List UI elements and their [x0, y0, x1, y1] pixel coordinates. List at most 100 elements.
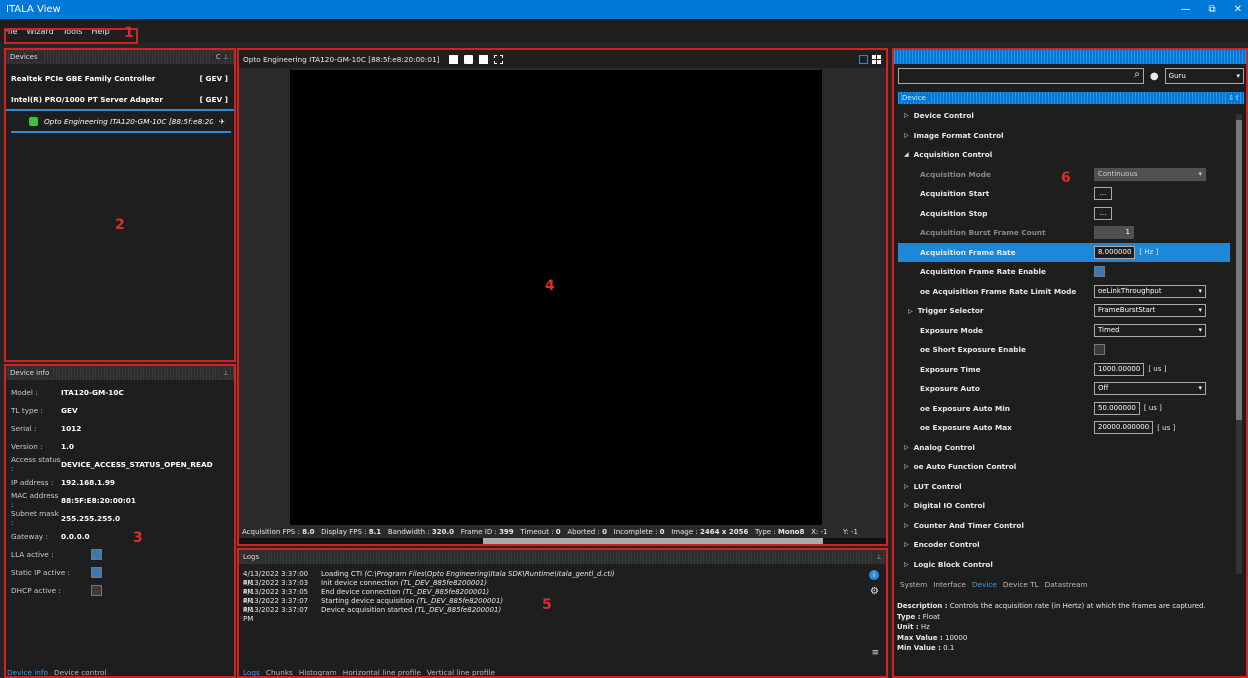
menu-wizard[interactable]: Wizard	[26, 27, 53, 36]
interface-item[interactable]: Intel(R) PRO/1000 PT Server Adapter [ GEV…	[5, 89, 234, 111]
info-checkbox[interactable]	[91, 566, 102, 578]
description-key: Unit :	[897, 623, 919, 631]
bug-icon[interactable]: ⚙	[870, 586, 879, 597]
menu-file[interactable]: File	[4, 27, 17, 36]
collapsed-icon: ▷	[904, 560, 909, 568]
refresh-icon[interactable]: C	[216, 53, 221, 61]
stop-icon[interactable]	[449, 54, 459, 64]
expand-collapse-icon[interactable]: ⇩⇧	[1228, 94, 1240, 102]
property-input[interactable]: 8.000000	[1094, 245, 1136, 259]
info-checkbox[interactable]	[91, 548, 102, 560]
property-name: Acquisition Start	[898, 189, 1094, 198]
property-row[interactable]: oe Exposure Auto Max 20000.000000[ us ]	[898, 418, 1230, 438]
property-category[interactable]: ▷ Digital IO Control	[898, 496, 1230, 516]
info-key: Access status :	[11, 455, 61, 473]
property-row[interactable]: oe Exposure Auto Min 50.000000[ us ]	[898, 399, 1230, 419]
camera-image[interactable]	[290, 70, 822, 525]
property-row[interactable]: oe Short Exposure Enable	[898, 340, 1230, 360]
tab-device-tl[interactable]: Device TL	[1003, 580, 1039, 589]
property-row[interactable]: Acquisition Stop...	[898, 204, 1230, 224]
property-input[interactable]: 20000.000000	[1094, 421, 1154, 435]
property-dropdown[interactable]: oeLinkThroughput ▾	[1094, 284, 1206, 298]
property-category[interactable]: ▷ Image Format Control	[898, 126, 1230, 146]
grid-view-icon[interactable]	[872, 54, 881, 64]
single-view-icon[interactable]	[859, 54, 868, 64]
property-scrollbar[interactable]	[1236, 114, 1242, 574]
save-all-icon[interactable]	[479, 54, 489, 64]
log-text: End device connection	[321, 588, 401, 596]
info-row: IP address : 192.168.1.99	[5, 473, 234, 491]
tab-device[interactable]: Device	[972, 580, 997, 589]
property-row[interactable]: Acquisition Frame Rate 8.000000[ Hz ]	[898, 242, 1230, 262]
close-button[interactable]: ✕	[1234, 0, 1242, 19]
tab-device-info[interactable]: Device info	[7, 668, 48, 677]
tab-vertical-line-profile[interactable]: Vertical line profile	[427, 668, 495, 677]
info-checkbox[interactable]	[91, 584, 102, 596]
search-input[interactable]: ⌕	[898, 68, 1144, 84]
property-category[interactable]: ▷ Analog Control	[898, 438, 1230, 458]
info-icon[interactable]: i	[869, 570, 879, 580]
property-input[interactable]: 1000.00000	[1094, 362, 1145, 376]
tab-device-control[interactable]: Device control	[54, 668, 107, 677]
category-label: Logic Block Control	[913, 559, 993, 568]
property-row[interactable]: Acquisition Start...	[898, 184, 1230, 204]
pin-icon[interactable]: ⊥	[223, 53, 229, 61]
minimize-button[interactable]: —	[1180, 0, 1190, 19]
property-row[interactable]: Exposure Mode Timed ▾	[898, 321, 1230, 341]
tab-datastream[interactable]: Datastream	[1045, 580, 1088, 589]
property-name: oe Exposure Auto Min	[898, 404, 1094, 413]
camera-icon	[29, 116, 38, 126]
fullscreen-icon[interactable]	[494, 54, 504, 64]
tab-horizontal-line-profile[interactable]: Horizontal line profile	[343, 668, 421, 677]
info-row: Gateway : 0.0.0.0	[5, 527, 234, 545]
property-category[interactable]: ▷ Encoder Control	[898, 535, 1230, 555]
property-row[interactable]: Acquisition Frame Rate Enable	[898, 262, 1230, 282]
log-list: 4/13/2022 3:37:00 PM Loading CTI (C:\Prog…	[238, 564, 887, 623]
execute-button[interactable]: ...	[1094, 206, 1112, 220]
property-category[interactable]: ▷ Counter And Timer Control	[898, 516, 1230, 536]
property-checkbox[interactable]	[1094, 266, 1105, 278]
property-input[interactable]: 50.000000	[1094, 401, 1140, 415]
restore-button[interactable]: ⧉	[1208, 0, 1215, 19]
property-dropdown[interactable]: Continuous ▾	[1094, 167, 1206, 181]
property-row[interactable]: ▷ Trigger Selector FrameBurstStart ▾	[898, 301, 1230, 321]
viewer-toolbar: Opto Engineering ITA120-GM-10C [88:5f:e8…	[238, 50, 887, 68]
search-icon[interactable]: ⌕	[1134, 69, 1140, 80]
dropdown-value: Continuous	[1098, 169, 1138, 178]
execute-button[interactable]: ...	[1094, 187, 1112, 201]
visibility-level-select[interactable]: Guru ▾	[1164, 68, 1244, 84]
property-unit: [ us ]	[1148, 365, 1167, 374]
property-dropdown[interactable]: FrameBurstStart ▾	[1094, 304, 1206, 318]
property-row[interactable]: Exposure Time 1000.00000[ us ]	[898, 360, 1230, 380]
property-category[interactable]: ◢ Acquisition Control	[898, 145, 1230, 165]
info-row: Subnet mask :255.255.255.0	[5, 509, 234, 527]
interface-item[interactable]: Realtek PCIe GBE Family Controller [ GEV …	[5, 67, 234, 89]
property-dropdown[interactable]: Off ▾	[1094, 382, 1206, 396]
clear-log-icon[interactable]: ≡	[871, 648, 879, 658]
property-row[interactable]: Exposure Auto Off ▾	[898, 379, 1230, 399]
viewer-scrollbar[interactable]	[238, 538, 887, 544]
tab-interface[interactable]: Interface	[933, 580, 966, 589]
tab-system[interactable]: System	[900, 580, 927, 589]
description-value: 10000	[945, 633, 968, 642]
menu-tools[interactable]: Tools	[63, 27, 83, 36]
property-category[interactable]: ▷ Device Control	[898, 106, 1230, 126]
property-dropdown[interactable]: Timed ▾	[1094, 323, 1206, 337]
viewer-title: Opto Engineering ITA120-GM-10C [88:5f:e8…	[243, 54, 440, 64]
menu-help[interactable]: Help	[91, 27, 109, 36]
disconnect-icon[interactable]: ✈	[219, 117, 225, 126]
tab-logs[interactable]: Logs	[243, 668, 260, 677]
property-number[interactable]: 1	[1094, 226, 1134, 240]
property-category[interactable]: ▷ Logic Block Control	[898, 555, 1230, 568]
property-row[interactable]: oe Acquisition Frame Rate Limit Mode oeLi…	[898, 282, 1230, 302]
camera-item[interactable]: Opto Engineering ITA120-GM-10C [88:5f:e8…	[11, 111, 231, 133]
tab-chunks[interactable]: Chunks	[266, 668, 293, 677]
property-category[interactable]: ▷ oe Auto Function Control	[898, 457, 1230, 477]
pin-icon[interactable]: ⊥	[218, 369, 229, 377]
tab-histogram[interactable]: Histogram	[299, 668, 337, 677]
property-row[interactable]: Acquisition Burst Frame Count 1	[898, 223, 1230, 243]
save-icon[interactable]	[464, 54, 474, 64]
property-checkbox[interactable]	[1094, 344, 1105, 356]
property-category[interactable]: ▷ LUT Control	[898, 477, 1230, 497]
pin-icon[interactable]: ⊥	[871, 553, 882, 561]
